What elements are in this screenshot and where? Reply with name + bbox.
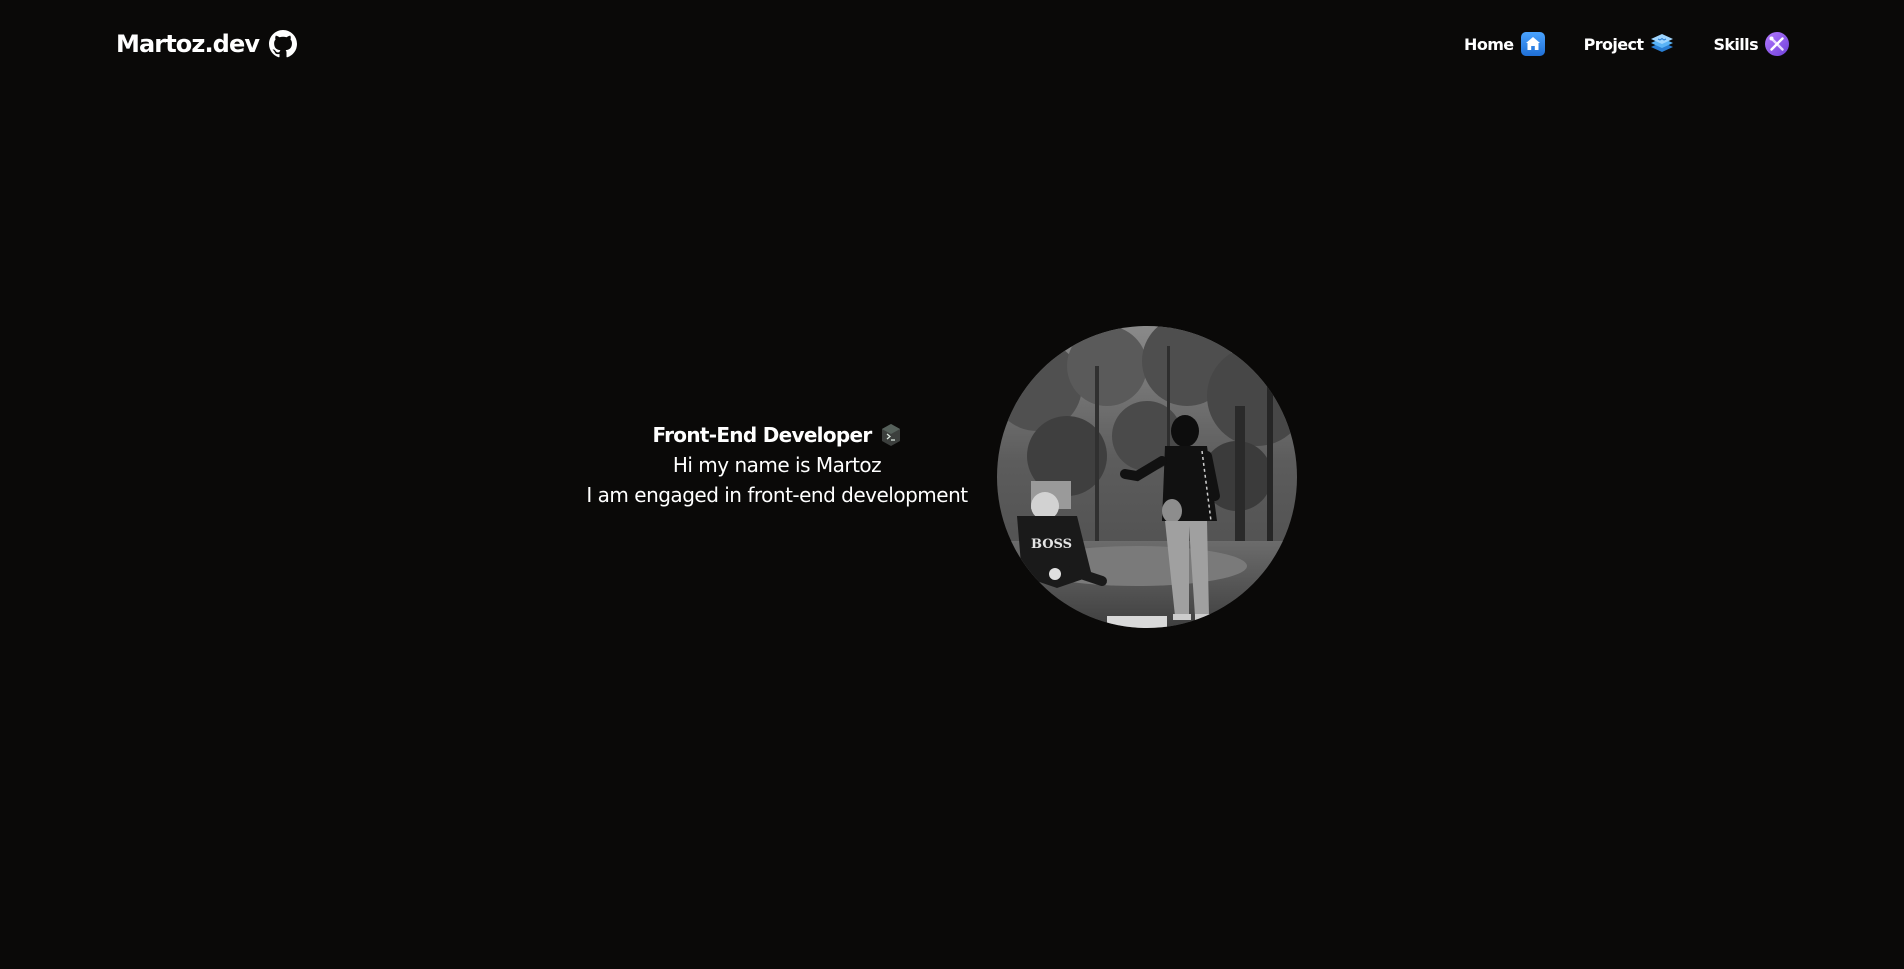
- nav-skills-label: Skills: [1713, 34, 1758, 54]
- profile-photo: BOSS: [997, 326, 1297, 628]
- tools-icon: [1764, 31, 1790, 57]
- main-nav: Home Project Skills: [1464, 28, 1790, 60]
- nav-project[interactable]: Project: [1584, 28, 1676, 60]
- hero-title-text: Front-End Developer: [652, 423, 872, 447]
- site-header: Martoz.dev Home Project Skills: [0, 0, 1904, 90]
- hero-title: Front-End Developer: [560, 420, 994, 450]
- nav-skills[interactable]: Skills: [1713, 28, 1790, 60]
- hero-section: Front-End Developer Hi my name is Martoz…: [0, 326, 1904, 628]
- hero-text: Front-End Developer Hi my name is Martoz…: [560, 420, 994, 510]
- page: Martoz.dev Home Project Skills Front-End…: [0, 0, 1904, 969]
- home-icon: [1520, 31, 1546, 57]
- svg-text:BOSS: BOSS: [1031, 537, 1072, 552]
- nav-home[interactable]: Home: [1464, 28, 1546, 60]
- brand-link[interactable]: Martoz.dev: [116, 28, 298, 60]
- nav-project-label: Project: [1583, 34, 1644, 54]
- nav-home-label: Home: [1464, 34, 1514, 54]
- github-icon[interactable]: [269, 30, 298, 58]
- brand-name: Martoz.dev: [116, 30, 260, 58]
- hero-description: I am engaged in front-end development: [586, 483, 968, 507]
- hero-intro: Hi my name is Martoz: [672, 453, 882, 477]
- layers-icon: [1649, 31, 1675, 57]
- terminal-icon: [880, 423, 902, 447]
